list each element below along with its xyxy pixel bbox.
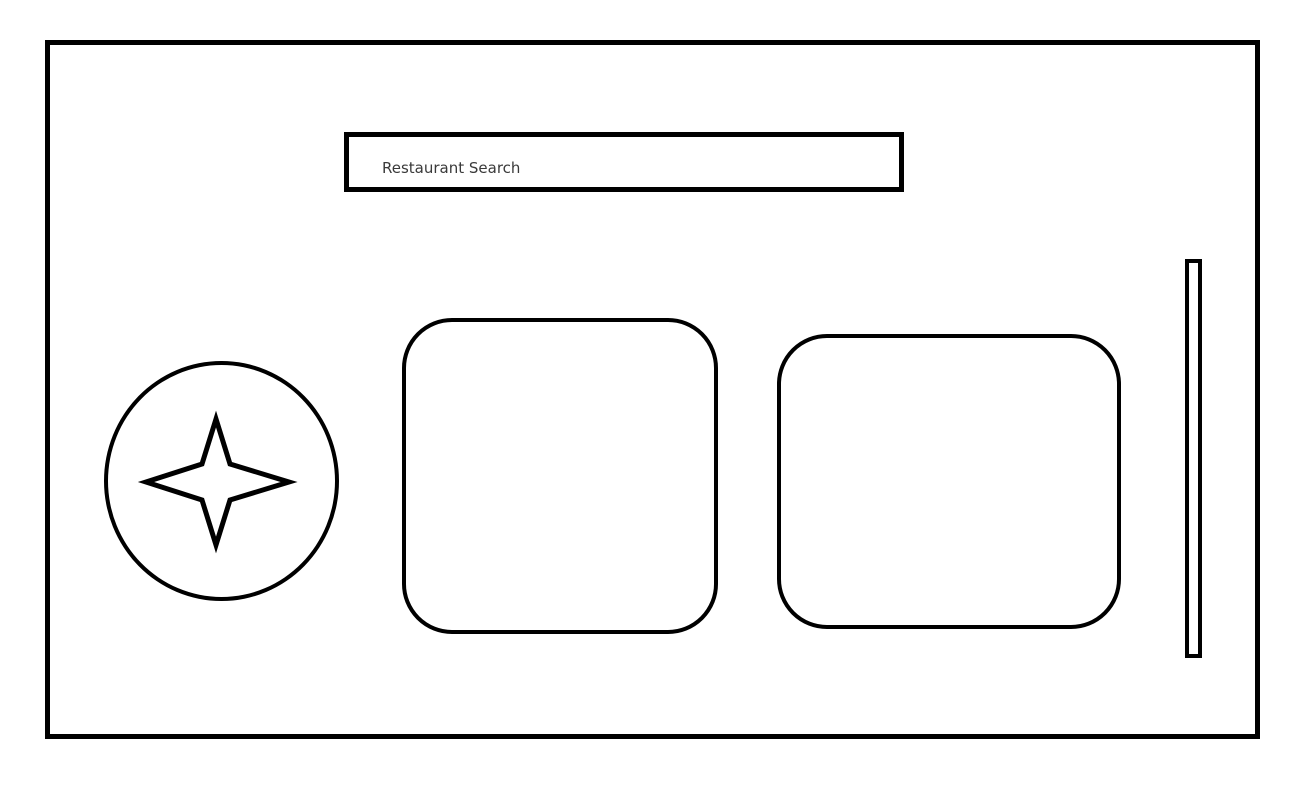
vertical-scrollbar[interactable] (1185, 259, 1202, 658)
restaurant-card[interactable] (402, 318, 718, 634)
star-icon (137, 410, 298, 554)
restaurant-card[interactable] (777, 334, 1121, 629)
restaurant-search-input[interactable]: Restaurant Search (344, 132, 904, 192)
favorites-button[interactable] (104, 361, 339, 601)
search-placeholder: Restaurant Search (382, 159, 521, 177)
